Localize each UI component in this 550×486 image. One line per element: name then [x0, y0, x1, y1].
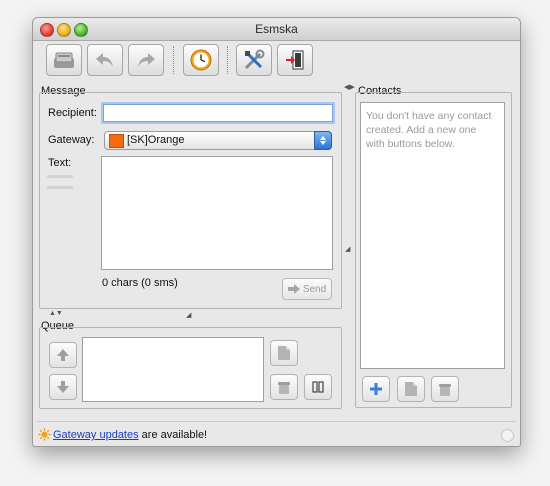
toolbar-separator — [173, 46, 174, 74]
queue-delete-button[interactable] — [270, 374, 298, 400]
gateway-select[interactable]: [SK]Orange — [104, 131, 332, 150]
status-message: Gateway updates are available! — [53, 429, 207, 441]
toolbar — [33, 41, 520, 83]
gutter-mark — [47, 186, 73, 189]
status-bar: Gateway updates are available! — [33, 425, 520, 445]
add-contact-button[interactable] — [362, 376, 390, 402]
contacts-list[interactable]: You don't have any contact created. Add … — [360, 102, 505, 369]
edit-document-icon — [278, 346, 290, 360]
app-window: Esmska Message Recipient: Gateway: [SK]O… — [32, 17, 521, 447]
settings-tools-icon — [244, 49, 265, 70]
redo-button[interactable] — [128, 44, 164, 76]
vertical-split-handle[interactable]: ◢ — [186, 311, 191, 319]
select-arrows-icon — [314, 131, 332, 150]
char-count-status: 0 chars (0 sms) — [102, 277, 178, 289]
window-title: Esmska — [255, 22, 298, 36]
message-text-area[interactable] — [101, 156, 333, 270]
text-label: Text: — [48, 157, 72, 169]
gateway-updates-link[interactable]: Gateway updates — [53, 429, 139, 441]
pause-icon — [312, 381, 324, 393]
horizontal-split-handle[interactable]: ◢ — [345, 245, 350, 253]
recipient-input[interactable] — [103, 104, 333, 122]
arrow-down-icon — [57, 381, 69, 393]
compose-icon — [54, 52, 74, 68]
gateway-flag-icon — [109, 134, 124, 148]
redo-icon — [138, 53, 155, 67]
queue-list[interactable] — [82, 337, 264, 402]
send-button-label: Send — [302, 283, 327, 295]
contacts-empty-message: You don't have any contact created. Add … — [366, 110, 492, 150]
history-button[interactable] — [183, 44, 219, 76]
update-sun-icon — [38, 428, 51, 441]
gateway-selected-value: [SK]Orange — [127, 134, 185, 146]
edit-contact-button[interactable] — [397, 376, 425, 402]
status-divider — [37, 421, 516, 422]
gutter-mark — [47, 175, 73, 178]
trash-icon — [278, 382, 290, 394]
trash-icon — [439, 384, 451, 396]
activity-indicator — [501, 429, 514, 442]
arrow-up-icon — [57, 349, 69, 361]
gateway-label: Gateway: — [48, 134, 95, 146]
edit-document-icon — [405, 382, 417, 396]
queue-pause-button[interactable] — [304, 374, 332, 400]
status-suffix: are available! — [138, 429, 208, 441]
queue-edit-button[interactable] — [270, 340, 298, 366]
title-bar: Esmska — [33, 18, 520, 41]
undo-icon — [96, 53, 113, 67]
settings-button[interactable] — [236, 44, 272, 76]
send-arrow-icon — [287, 284, 300, 294]
quit-exit-icon — [286, 50, 304, 70]
send-button[interactable]: Send — [282, 278, 332, 300]
queue-move-up-button[interactable] — [49, 342, 77, 368]
quit-button[interactable] — [277, 44, 313, 76]
split-collapse-icon[interactable]: ▲▼ — [49, 310, 63, 317]
horizontal-split-collapse-icon[interactable]: ◀▶ — [344, 83, 355, 91]
compose-button[interactable] — [46, 44, 82, 76]
recipient-label: Recipient: — [48, 107, 97, 119]
toolbar-separator — [227, 46, 228, 74]
plus-icon — [370, 383, 382, 395]
undo-button[interactable] — [87, 44, 123, 76]
delete-contact-button[interactable] — [431, 376, 459, 402]
queue-move-down-button[interactable] — [49, 374, 77, 400]
history-clock-icon — [190, 49, 212, 71]
